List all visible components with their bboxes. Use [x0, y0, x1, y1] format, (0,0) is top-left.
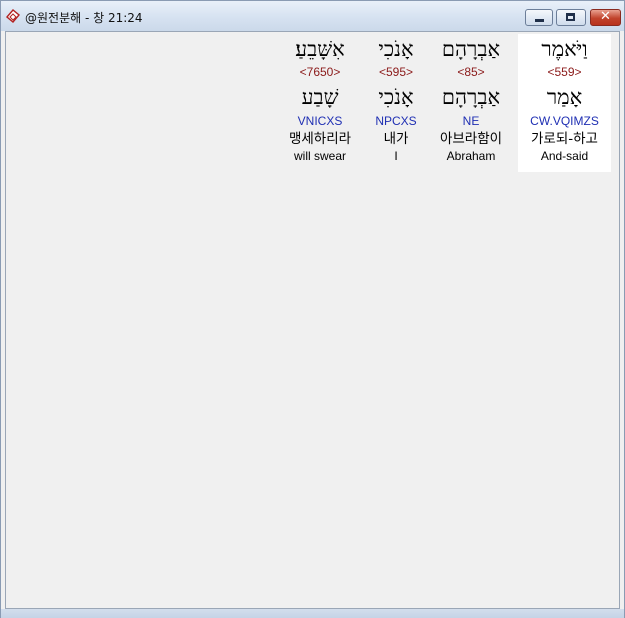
word-column-4[interactable]: אִשָּׁבֵעַ׃ <7650> שָׁבַע VNICXS 맹세하리라 w…: [278, 34, 362, 172]
strong-number: <559>: [547, 65, 582, 79]
close-icon: ✕: [600, 9, 611, 24]
hebrew-root: אָנֹכִי: [378, 85, 414, 109]
hebrew-root: אָמַר: [546, 85, 583, 109]
word-column-3[interactable]: אָנֹכִי <595> אָנֹכִי NPCXS 내가 I: [368, 34, 424, 172]
english-gloss: And-said: [540, 149, 589, 163]
morphology-code: NE: [462, 114, 480, 128]
korean-gloss: 가로되-하고: [531, 131, 598, 147]
korean-gloss: 맹세하리라: [288, 131, 352, 147]
word-column-1[interactable]: וַיֹּאמֶר <559> אָמַר CW.VQIMZS 가로되-하고 A…: [518, 34, 611, 172]
hebrew-word: אָנֹכִי: [378, 37, 414, 61]
strong-number: <595>: [378, 65, 414, 79]
window-title: @원전분해 - 창 21:24: [25, 11, 143, 25]
hebrew-root: שָׁבַע: [301, 85, 339, 109]
english-gloss: will swear: [293, 149, 346, 163]
morphology-code: NPCXS: [375, 114, 417, 128]
korean-gloss: 아브라함이: [439, 131, 503, 147]
hebrew-word: וַיֹּאמֶר: [541, 37, 588, 61]
minimize-icon: [535, 19, 544, 22]
strong-number: <7650>: [299, 65, 341, 79]
app-window: @원전분해 - 창 21:24 ✕ וַיֹּאמֶר <559> אָמַר …: [0, 0, 625, 618]
maximize-button[interactable]: [556, 9, 586, 26]
minimize-button[interactable]: [525, 9, 553, 26]
title-bar[interactable]: @원전분해 - 창 21:24 ✕: [1, 1, 624, 31]
english-gloss: Abraham: [446, 149, 496, 163]
maximize-icon: [566, 13, 575, 21]
morphology-code: VNICXS: [297, 114, 343, 128]
word-column-2[interactable]: אַבְרָהָם <85> אַבְרָהָם NE 아브라함이 Abraha…: [430, 34, 512, 172]
english-gloss: I: [394, 149, 398, 163]
app-icon: [6, 9, 20, 23]
interlinear-panel: וַיֹּאמֶר <559> אָמַר CW.VQIMZS 가로되-하고 A…: [5, 31, 620, 609]
close-button[interactable]: ✕: [590, 9, 621, 26]
korean-gloss: 내가: [383, 131, 409, 147]
morphology-code: CW.VQIMZS: [530, 114, 599, 128]
hebrew-word: אִשָּׁבֵעַ׃: [295, 37, 345, 61]
strong-number: <85>: [457, 65, 485, 79]
window-bottom-frame: [1, 609, 624, 618]
hebrew-root: אַבְרָהָם: [441, 85, 501, 109]
hebrew-word: אַבְרָהָם: [441, 37, 501, 61]
